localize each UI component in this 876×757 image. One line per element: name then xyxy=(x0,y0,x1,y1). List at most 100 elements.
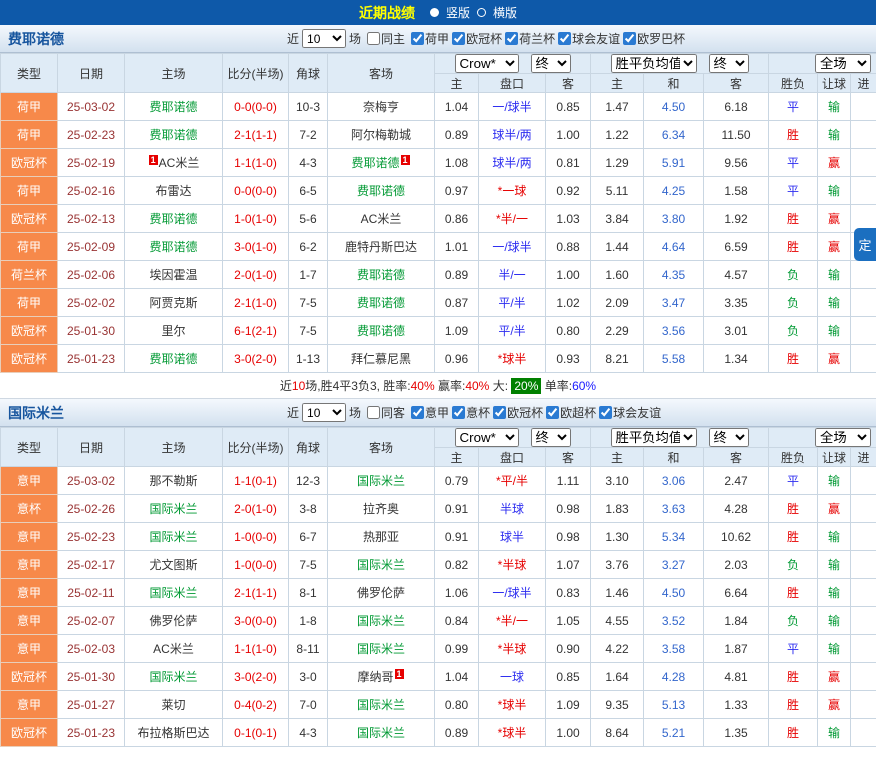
home-team-name[interactable]: 莱切 xyxy=(161,698,185,712)
score-cell[interactable]: 1-0(0-0) xyxy=(223,523,289,551)
score-cell[interactable]: 1-1(1-0) xyxy=(223,149,289,177)
score-cell[interactable]: 0-4(0-2) xyxy=(223,691,289,719)
league-checkbox[interactable] xyxy=(558,32,571,45)
away-team-name[interactable]: 国际米兰 xyxy=(357,698,405,712)
score-cell[interactable]: 0-0(0-0) xyxy=(223,177,289,205)
score-cell[interactable]: 2-0(1-0) xyxy=(223,261,289,289)
score-cell[interactable]: 0-1(0-1) xyxy=(223,719,289,747)
home-team-name[interactable]: 国际米兰 xyxy=(149,670,197,684)
league-checkbox[interactable] xyxy=(493,406,506,419)
league-checkbox[interactable] xyxy=(505,32,518,45)
same-venue-checkbox[interactable] xyxy=(367,406,380,419)
league-checkbox[interactable] xyxy=(452,32,465,45)
league-checkbox[interactable] xyxy=(452,406,465,419)
score-cell[interactable]: 2-1(1-1) xyxy=(223,579,289,607)
league-checkbox[interactable] xyxy=(546,406,559,419)
score-cell[interactable]: 2-1(1-1) xyxy=(223,121,289,149)
home-team-name[interactable]: 费耶诺德 xyxy=(149,128,197,142)
odds-company-select[interactable]: Crow* xyxy=(455,54,519,73)
away-team-name[interactable]: 费耶诺德 xyxy=(357,268,405,282)
home-team-name[interactable]: AC米兰 xyxy=(159,156,200,170)
same-venue-filter[interactable]: 同主 xyxy=(367,30,405,47)
home-team-name[interactable]: 尤文图斯 xyxy=(149,558,197,572)
score-cell[interactable]: 2-0(1-0) xyxy=(223,495,289,523)
home-team-name[interactable]: 费耶诺德 xyxy=(149,100,197,114)
home-team-name[interactable]: 国际米兰 xyxy=(149,530,197,544)
league-filter[interactable]: 意杯 xyxy=(452,404,490,421)
home-team-name[interactable]: 国际米兰 xyxy=(149,586,197,600)
away-team-name[interactable]: 拉齐奥 xyxy=(363,502,399,516)
away-team-name[interactable]: 佛罗伦萨 xyxy=(357,586,405,600)
away-team-name[interactable]: 阿尔梅勒城 xyxy=(351,128,411,142)
league-filter[interactable]: 欧罗巴杯 xyxy=(623,30,685,47)
home-team-name[interactable]: 阿贾克斯 xyxy=(149,296,197,310)
home-team-name[interactable]: 埃因霍温 xyxy=(149,268,197,282)
score-cell[interactable]: 1-1(0-1) xyxy=(223,467,289,495)
league-filter[interactable]: 欧冠杯 xyxy=(493,404,543,421)
league-checkbox[interactable] xyxy=(623,32,636,45)
league-filter[interactable]: 意甲 xyxy=(411,404,449,421)
layout-horizontal-label[interactable]: 横版 xyxy=(493,4,517,21)
away-team-name[interactable]: 鹿特丹斯巴达 xyxy=(345,240,417,254)
away-team-name[interactable]: AC米兰 xyxy=(361,212,402,226)
away-team-name[interactable]: 国际米兰 xyxy=(357,474,405,488)
away-team-name[interactable]: 摩纳哥 xyxy=(357,670,393,684)
league-filter[interactable]: 球会友谊 xyxy=(558,30,620,47)
score-cell[interactable]: 1-1(1-0) xyxy=(223,635,289,663)
home-team-name[interactable]: 里尔 xyxy=(161,324,185,338)
handicap-final-select[interactable]: 终 xyxy=(531,428,571,447)
league-filter[interactable]: 球会友谊 xyxy=(599,404,661,421)
home-team-name[interactable]: 国际米兰 xyxy=(149,502,197,516)
score-cell[interactable]: 1-0(0-0) xyxy=(223,551,289,579)
score-cell[interactable]: 3-0(2-0) xyxy=(223,663,289,691)
same-venue-checkbox[interactable] xyxy=(367,32,380,45)
league-filter[interactable]: 荷甲 xyxy=(411,30,449,47)
layout-horizontal-radio[interactable] xyxy=(477,8,486,17)
score-cell[interactable]: 3-0(2-0) xyxy=(223,345,289,373)
score-cell[interactable]: 3-0(0-0) xyxy=(223,607,289,635)
home-team-name[interactable]: 布拉格斯巴达 xyxy=(137,726,209,740)
home-team-name[interactable]: 费耶诺德 xyxy=(149,240,197,254)
score-cell[interactable]: 2-1(1-0) xyxy=(223,289,289,317)
league-checkbox[interactable] xyxy=(411,406,424,419)
recent-count-select[interactable]: 10 xyxy=(302,403,346,422)
away-team-name[interactable]: 热那亚 xyxy=(363,530,399,544)
away-team-name[interactable]: 国际米兰 xyxy=(357,642,405,656)
league-checkbox[interactable] xyxy=(411,32,424,45)
away-team-name[interactable]: 费耶诺德 xyxy=(357,184,405,198)
away-team-name[interactable]: 奈梅亨 xyxy=(363,100,399,114)
wdl-final-select[interactable]: 终 xyxy=(709,428,749,447)
away-team-name[interactable]: 费耶诺德 xyxy=(357,324,405,338)
home-team-name[interactable]: 费耶诺德 xyxy=(149,352,197,366)
league-filter[interactable]: 欧冠杯 xyxy=(452,30,502,47)
wdl-average-select[interactable]: 胜平负均值 xyxy=(611,54,697,73)
score-cell[interactable]: 6-1(2-1) xyxy=(223,317,289,345)
away-team-name[interactable]: 国际米兰 xyxy=(357,558,405,572)
score-cell[interactable]: 3-0(1-0) xyxy=(223,233,289,261)
full-match-select[interactable]: 全场 xyxy=(815,54,871,73)
away-team-name[interactable]: 拜仁慕尼黑 xyxy=(351,352,411,366)
league-checkbox[interactable] xyxy=(599,406,612,419)
away-team-name[interactable]: 国际米兰 xyxy=(357,726,405,740)
layout-vertical-radio[interactable] xyxy=(430,8,439,17)
wdl-average-select[interactable]: 胜平负均值 xyxy=(611,428,697,447)
odds-company-select[interactable]: Crow* xyxy=(455,428,519,447)
away-team-name[interactable]: 国际米兰 xyxy=(357,614,405,628)
same-venue-filter[interactable]: 同客 xyxy=(367,404,405,421)
away-team-name[interactable]: 费耶诺德 xyxy=(357,296,405,310)
away-team-name[interactable]: 费耶诺德 xyxy=(351,156,399,170)
full-match-select[interactable]: 全场 xyxy=(815,428,871,447)
home-team-name[interactable]: AC米兰 xyxy=(153,642,194,656)
pin-side-tab[interactable]: 定 xyxy=(854,228,876,261)
wdl-final-select[interactable]: 终 xyxy=(709,54,749,73)
home-team-name[interactable]: 佛罗伦萨 xyxy=(149,614,197,628)
home-team-name[interactable]: 那不勒斯 xyxy=(149,474,197,488)
home-team-name[interactable]: 费耶诺德 xyxy=(149,212,197,226)
league-filter[interactable]: 欧超杯 xyxy=(546,404,596,421)
score-cell[interactable]: 0-0(0-0) xyxy=(223,93,289,121)
home-team-name[interactable]: 布雷达 xyxy=(155,184,191,198)
score-cell[interactable]: 1-0(1-0) xyxy=(223,205,289,233)
layout-vertical-label[interactable]: 竖版 xyxy=(446,4,470,21)
recent-count-select[interactable]: 10 xyxy=(302,29,346,48)
handicap-final-select[interactable]: 终 xyxy=(531,54,571,73)
